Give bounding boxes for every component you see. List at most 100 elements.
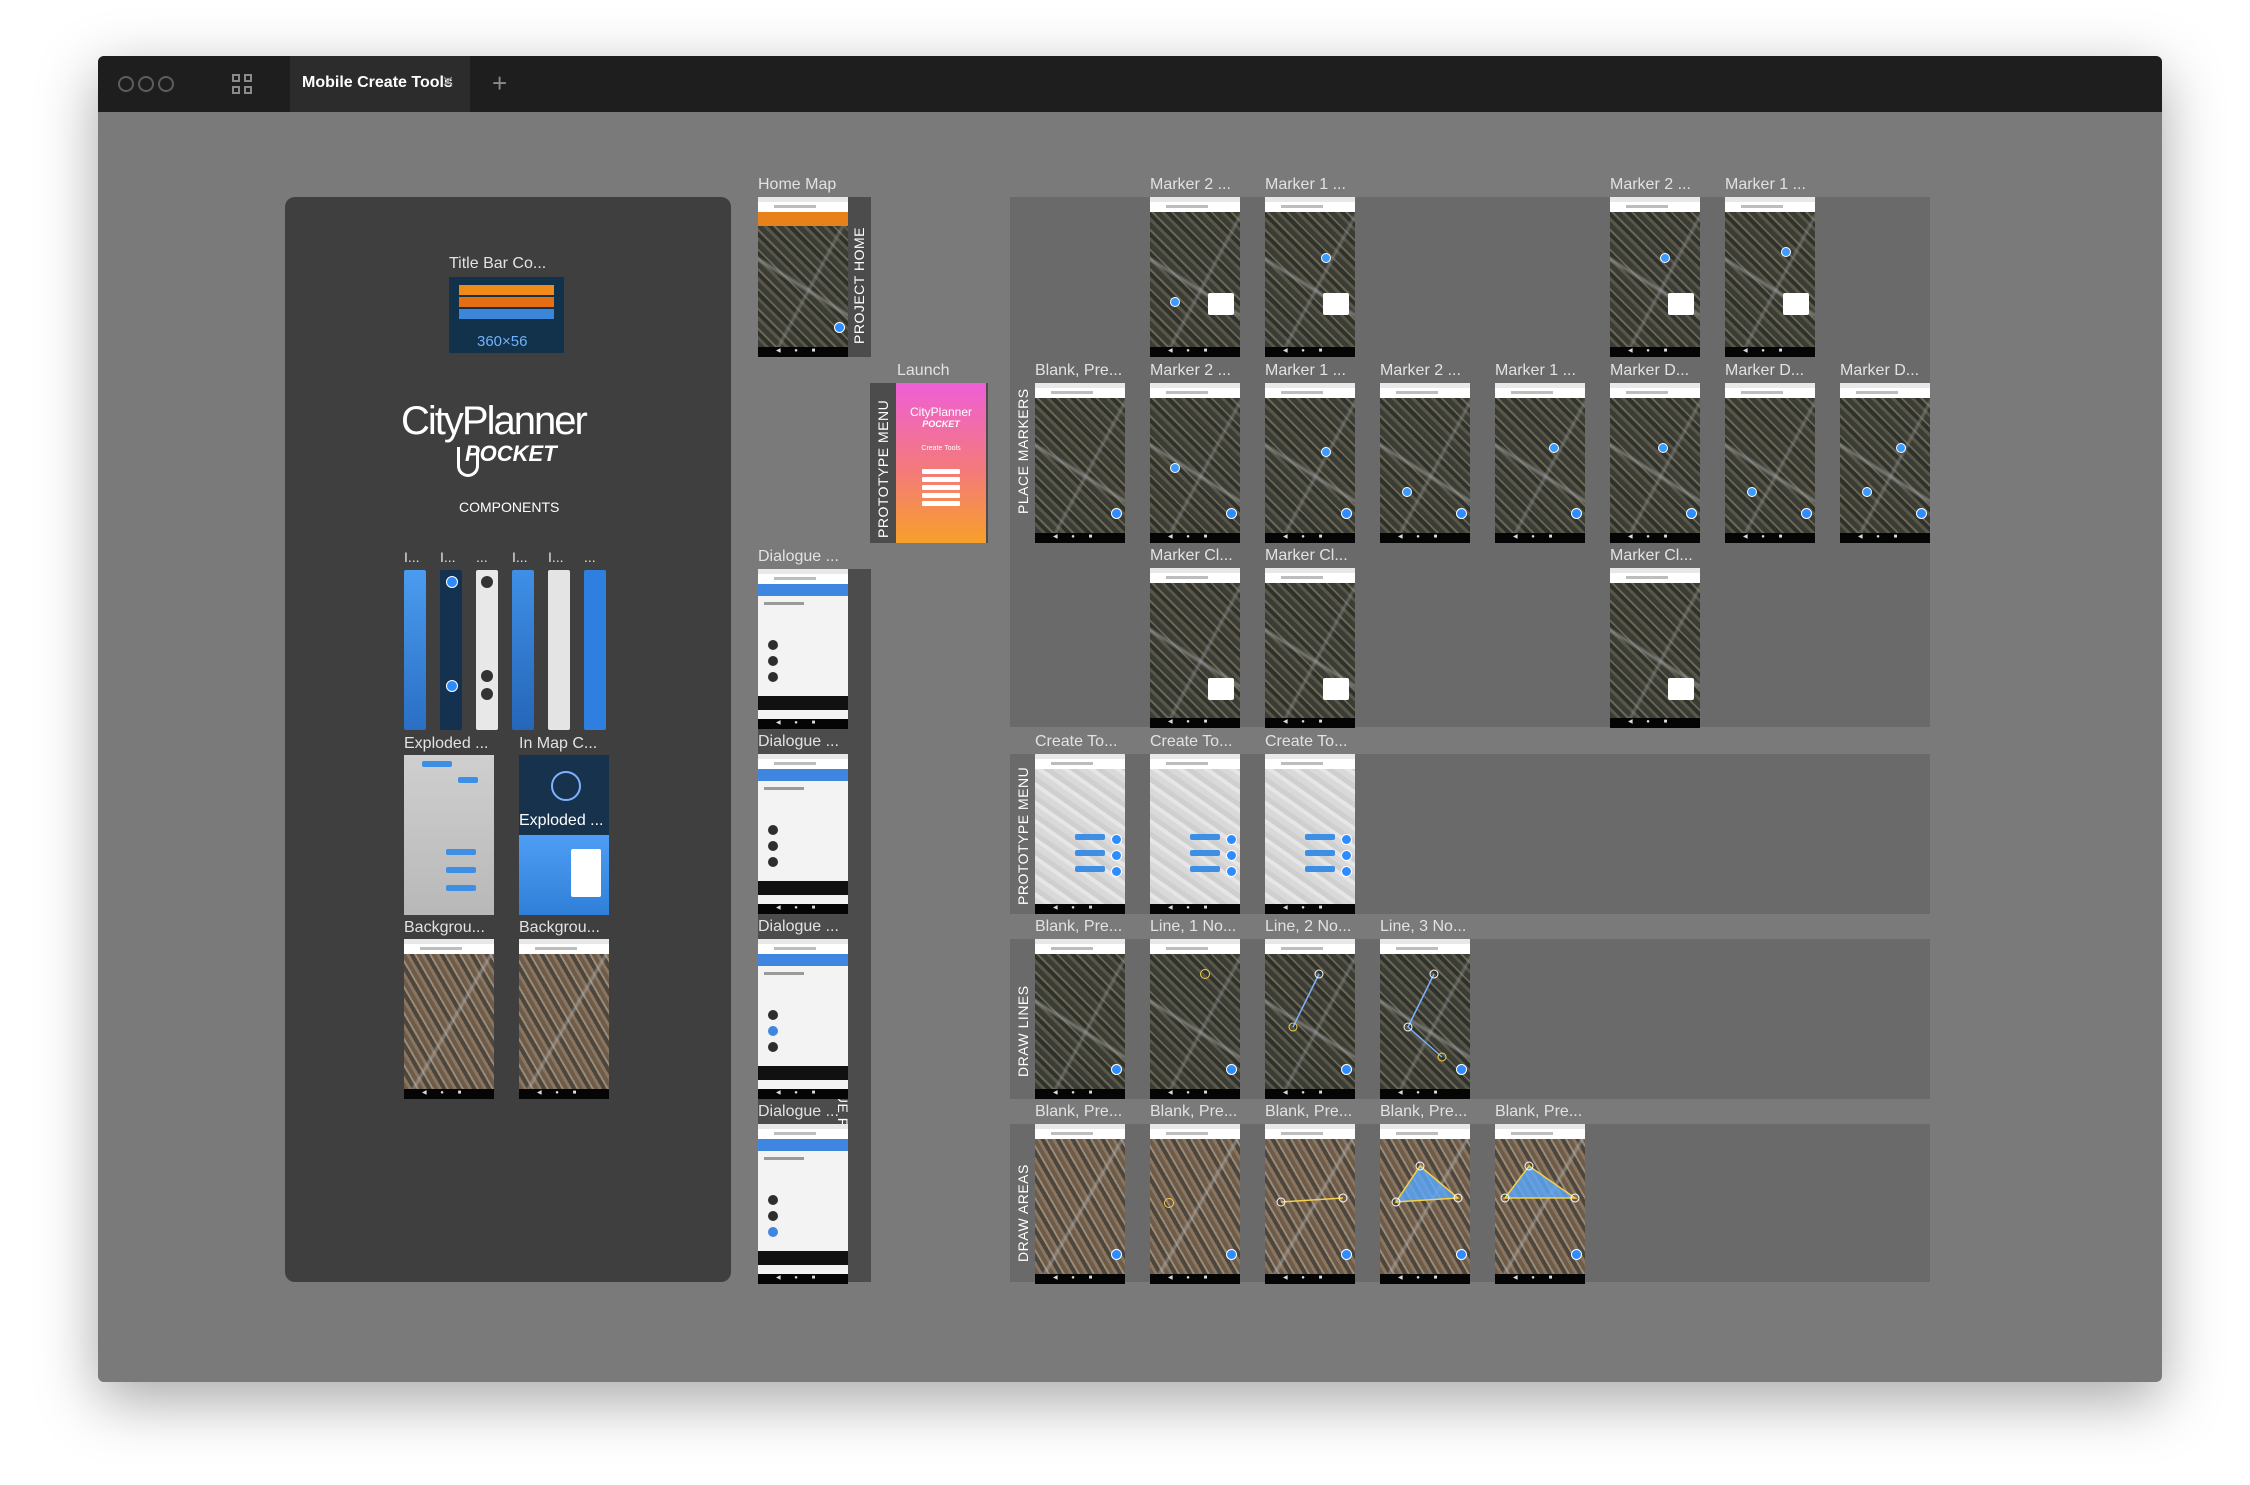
tab-mobile-create-tools[interactable]: Mobile Create Tools × xyxy=(290,56,470,112)
drawn-line xyxy=(1288,969,1324,1032)
frame-label: Marker D... xyxy=(1725,362,1805,379)
frame-label: Create To... xyxy=(1265,733,1348,750)
draw-line-frame[interactable] xyxy=(1380,939,1470,1099)
marker-frame[interactable] xyxy=(1150,568,1240,728)
marker-frame[interactable] xyxy=(1265,383,1355,543)
frame-label: Marker 1 ... xyxy=(1725,176,1806,193)
exploded-component[interactable] xyxy=(404,755,494,915)
dialogue-frame[interactable] xyxy=(758,754,848,914)
frame-label: Exploded ... xyxy=(404,735,489,752)
home-map-frame[interactable] xyxy=(758,197,848,357)
frame-label: Marker 1 ... xyxy=(1265,176,1346,193)
draw-area-frame[interactable] xyxy=(1150,1124,1240,1284)
background-frame[interactable] xyxy=(519,939,609,1099)
marker-frame[interactable] xyxy=(1035,383,1125,543)
launch-frame[interactable]: CityPlanner POCKET Create Tools xyxy=(896,383,986,543)
toolbar-component[interactable] xyxy=(440,570,462,730)
dialogue-frame[interactable] xyxy=(758,569,848,729)
toolbar-component[interactable] xyxy=(404,570,426,730)
frame-label: Marker Cl... xyxy=(1265,547,1348,564)
title-bar: Mobile Create Tools × + xyxy=(98,56,2162,112)
exploded-component[interactable] xyxy=(519,835,609,915)
draw-line-frame[interactable] xyxy=(1035,939,1125,1099)
frame-label: Dialogue ... xyxy=(758,733,839,750)
drawn-area xyxy=(1276,1193,1348,1207)
prototype-menu-section[interactable] xyxy=(1010,754,1930,914)
draw-line-frame[interactable] xyxy=(1265,939,1355,1099)
component-label: I... xyxy=(440,549,456,565)
frame-label: Line, 3 No... xyxy=(1380,918,1467,935)
draw-area-frame[interactable] xyxy=(1035,1124,1125,1284)
frame-label: Blank, Pre... xyxy=(1035,918,1123,935)
create-tools-frame[interactable] xyxy=(1265,754,1355,914)
frame-label: Marker D... xyxy=(1840,362,1920,379)
frame-label: Blank, Pre... xyxy=(1035,1103,1123,1120)
marker-frame[interactable] xyxy=(1265,568,1355,728)
marker-frame[interactable] xyxy=(1380,383,1470,543)
frame-label: Dialogue ... xyxy=(758,1103,839,1120)
tab-close-icon[interactable]: × xyxy=(442,71,454,94)
frame-label: Marker 2 ... xyxy=(1610,176,1691,193)
frame-label: Title Bar Co... xyxy=(449,255,547,272)
create-tools-frame[interactable] xyxy=(1035,754,1125,914)
components-panel[interactable]: Title Bar Co... 360×56 CityPlanner POCKE… xyxy=(285,197,731,1282)
dialogue-frame[interactable] xyxy=(758,939,848,1099)
marker-frame[interactable] xyxy=(1265,197,1355,357)
frame-label: Launch xyxy=(897,362,950,379)
frame-label: Marker D... xyxy=(1610,362,1690,379)
drawn-line xyxy=(1403,969,1447,1062)
toolbar-component[interactable] xyxy=(548,570,570,730)
minimize-window-icon[interactable] xyxy=(138,76,154,92)
toolbar-component[interactable] xyxy=(476,570,498,730)
design-canvas[interactable]: Title Bar Co... 360×56 CityPlanner POCKE… xyxy=(98,112,2162,1382)
draw-lines-section[interactable] xyxy=(1010,939,1930,1099)
frame-label: Line, 1 No... xyxy=(1150,918,1237,935)
title-bar-component[interactable]: 360×56 xyxy=(449,277,564,353)
background-frame[interactable] xyxy=(404,939,494,1099)
cityplanner-logo: CityPlanner xyxy=(401,399,588,443)
section-label-project-home: PROJECT HOME xyxy=(851,227,867,344)
marker-frame[interactable] xyxy=(1725,383,1815,543)
component-label: I... xyxy=(548,549,564,565)
component-label: I... xyxy=(512,549,528,565)
toolbar-component[interactable] xyxy=(512,570,534,730)
marker-frame[interactable] xyxy=(1840,383,1930,543)
drawn-area xyxy=(1391,1161,1463,1207)
draw-areas-section[interactable] xyxy=(1010,1124,1930,1282)
marker-frame[interactable] xyxy=(1495,383,1585,543)
frame-label: Marker 1 ... xyxy=(1265,362,1346,379)
frame-label: Dialogue ... xyxy=(758,918,839,935)
components-heading: COMPONENTS xyxy=(459,499,560,515)
marker-frame[interactable] xyxy=(1610,383,1700,543)
draw-area-frame[interactable] xyxy=(1495,1124,1585,1284)
create-tools-frame[interactable] xyxy=(1150,754,1240,914)
frame-label: Marker 2 ... xyxy=(1380,362,1461,379)
frame-label: Home Map xyxy=(758,176,837,193)
frame-label: Exploded ... xyxy=(519,812,604,829)
frame-label: Marker Cl... xyxy=(1150,547,1233,564)
section-label-draw-lines: DRAW LINES xyxy=(1015,985,1031,1077)
frame-label: Backgrou... xyxy=(404,919,485,936)
close-window-icon[interactable] xyxy=(118,76,134,92)
draw-line-frame[interactable] xyxy=(1150,939,1240,1099)
maximize-window-icon[interactable] xyxy=(158,76,174,92)
grid-icon[interactable] xyxy=(232,74,254,96)
frame-label: Create To... xyxy=(1035,733,1118,750)
marker-frame[interactable] xyxy=(1610,197,1700,357)
marker-frame[interactable] xyxy=(1150,383,1240,543)
launch-logo: CityPlanner xyxy=(909,405,973,419)
marker-frame[interactable] xyxy=(1150,197,1240,357)
marker-frame[interactable] xyxy=(1610,568,1700,728)
section-label-prototype-menu: PROTOTYPE MENU xyxy=(875,399,891,538)
toolbar-component[interactable] xyxy=(584,570,606,730)
draw-area-frame[interactable] xyxy=(1265,1124,1355,1284)
draw-area-frame[interactable] xyxy=(1380,1124,1470,1284)
launch-subtitle: Create Tools xyxy=(921,445,961,452)
dialogue-frame[interactable] xyxy=(758,1124,848,1284)
frame-label: Dialogue ... xyxy=(758,548,839,565)
new-tab-button[interactable]: + xyxy=(492,68,507,99)
frame-label: Blank, Pre... xyxy=(1035,362,1123,379)
marker-frame[interactable] xyxy=(1725,197,1815,357)
frame-label: Marker 2 ... xyxy=(1150,176,1231,193)
frame-label: Backgrou... xyxy=(519,919,600,936)
